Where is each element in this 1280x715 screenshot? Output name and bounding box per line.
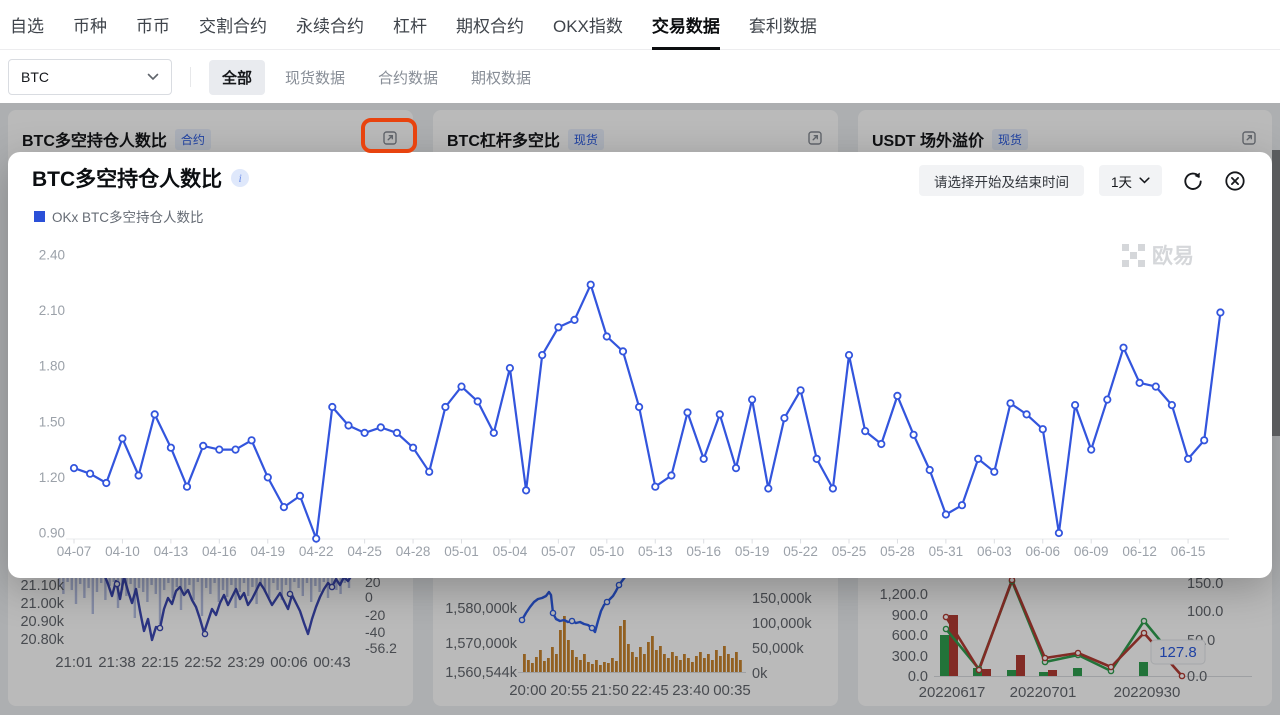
svg-text:04-13: 04-13 — [154, 544, 189, 559]
highlight-box — [361, 118, 417, 153]
nav-item[interactable]: 杠杆 — [393, 12, 427, 37]
svg-text:05-19: 05-19 — [735, 544, 770, 559]
nav-item[interactable]: 交割合约 — [199, 12, 267, 37]
divider — [190, 67, 191, 87]
okx-logo-icon — [1122, 244, 1145, 267]
filter-tab[interactable]: 合约数据 — [365, 60, 451, 95]
svg-text:05-16: 05-16 — [686, 544, 721, 559]
coin-select[interactable]: BTC — [8, 59, 172, 95]
nav-item[interactable]: 币种 — [73, 12, 107, 37]
svg-text:04-10: 04-10 — [105, 544, 140, 559]
svg-text:06-15: 06-15 — [1171, 544, 1206, 559]
svg-text:06-06: 06-06 — [1025, 544, 1060, 559]
svg-text:05-07: 05-07 — [541, 544, 576, 559]
nav-item[interactable]: 币币 — [136, 12, 170, 37]
svg-text:04-28: 04-28 — [396, 544, 431, 559]
svg-text:1.20: 1.20 — [39, 470, 65, 485]
svg-text:1.80: 1.80 — [39, 359, 65, 374]
svg-text:06-12: 06-12 — [1122, 544, 1157, 559]
modal-title: BTC多空持仓人数比 — [32, 163, 222, 193]
data-tabs: 全部现货数据合约数据期权数据 — [209, 60, 544, 95]
filter-tab[interactable]: 全部 — [209, 60, 265, 95]
svg-text:04-25: 04-25 — [347, 544, 382, 559]
info-icon[interactable]: i — [231, 169, 249, 187]
scrollbar-thumb[interactable] — [1272, 150, 1280, 436]
svg-text:04-19: 04-19 — [250, 544, 285, 559]
refresh-icon[interactable] — [1182, 170, 1204, 192]
svg-text:0.90: 0.90 — [39, 526, 65, 541]
nav-item[interactable]: 交易数据 — [652, 12, 720, 37]
top-nav: 自选 币种 币币 交割合约 永续合约 杠杆 期权合约 OKX指数 交易数据 套利数据 — [0, 0, 1280, 50]
svg-text:05-22: 05-22 — [783, 544, 818, 559]
svg-text:06-09: 06-09 — [1074, 544, 1109, 559]
svg-text:05-25: 05-25 — [832, 544, 867, 559]
coin-select-value: BTC — [21, 69, 49, 85]
svg-text:06-03: 06-03 — [977, 544, 1012, 559]
svg-text:04-07: 04-07 — [57, 544, 92, 559]
okx-trade-data-page: 自选 币种 币币 交割合约 永续合约 杠杆 期权合约 OKX指数 交易数据 套利数据 BTC 全部… — [0, 0, 1280, 715]
nav-item[interactable]: 自选 — [10, 12, 44, 37]
filter-tab[interactable]: 现货数据 — [272, 60, 358, 95]
nav-item[interactable]: 永续合约 — [296, 12, 364, 37]
modal-title-row: BTC多空持仓人数比 i — [32, 163, 249, 193]
okx-watermark: 欧易 — [1122, 240, 1194, 270]
date-range-button[interactable]: 请选择开始及结束时间 — [919, 165, 1084, 196]
legend-swatch — [34, 211, 45, 222]
svg-text:05-01: 05-01 — [444, 544, 479, 559]
nav-item[interactable]: 套利数据 — [749, 12, 817, 37]
close-icon[interactable] — [1224, 170, 1246, 192]
svg-text:04-22: 04-22 — [299, 544, 334, 559]
svg-text:05-31: 05-31 — [929, 544, 964, 559]
svg-text:1.50: 1.50 — [39, 414, 65, 429]
nav-item[interactable]: 期权合约 — [456, 12, 524, 37]
svg-text:05-04: 05-04 — [493, 544, 528, 559]
svg-text:2.10: 2.10 — [39, 303, 65, 318]
nav-item[interactable]: OKX指数 — [553, 12, 623, 37]
interval-select[interactable]: 1天 — [1099, 165, 1162, 196]
svg-text:05-13: 05-13 — [638, 544, 673, 559]
watermark-text: 欧易 — [1152, 240, 1194, 270]
chart-modal: 2.40 2.10 1.80 1.50 1.20 0.90 04-07 04-10 04-13 0… — [8, 152, 1272, 578]
svg-text:05-28: 05-28 — [880, 544, 915, 559]
interval-value: 1天 — [1111, 171, 1132, 191]
chart-legend[interactable]: OKx BTC多空持仓人数比 — [34, 206, 204, 226]
svg-text:2.40: 2.40 — [39, 248, 65, 263]
legend-label: OKx BTC多空持仓人数比 — [52, 206, 204, 226]
modal-controls: 请选择开始及结束时间 1天 — [919, 165, 1246, 196]
filter-tab[interactable]: 期权数据 — [458, 60, 544, 95]
filter-bar: BTC 全部现货数据合约数据期权数据 — [0, 51, 1280, 103]
chevron-down-icon — [147, 73, 159, 81]
chevron-down-icon — [1139, 177, 1150, 184]
svg-text:04-16: 04-16 — [202, 544, 237, 559]
svg-text:05-10: 05-10 — [590, 544, 625, 559]
